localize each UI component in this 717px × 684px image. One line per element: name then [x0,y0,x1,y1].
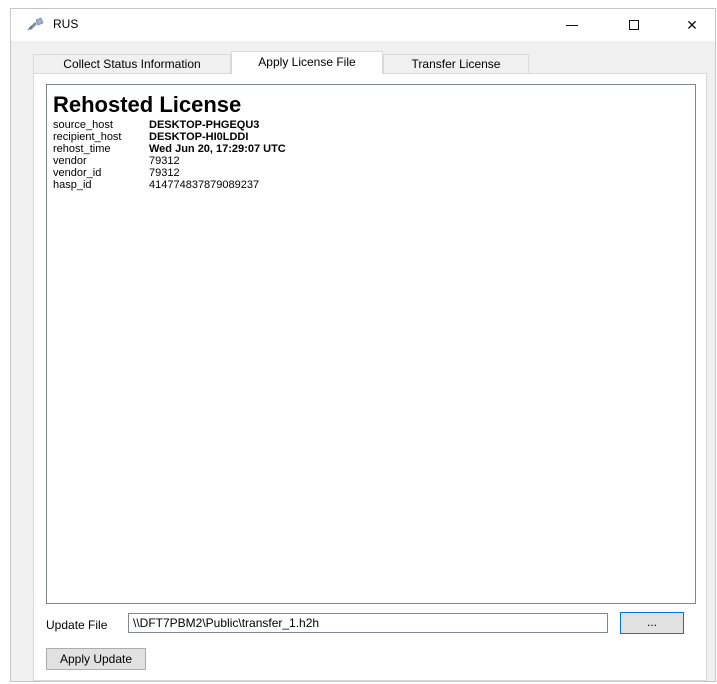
browse-button[interactable]: ... [620,612,684,634]
info-value: Wed Jun 20, 17:29:07 UTC [149,143,286,155]
info-row: vendor 79312 [53,155,689,167]
info-row: rehost_time Wed Jun 20, 17:29:07 UTC [53,143,689,155]
apply-update-button[interactable]: Apply Update [46,648,146,670]
satellite-icon [27,17,45,31]
info-value: 414774837879089237 [149,179,260,191]
window-title: RUS [53,17,79,31]
info-value: DESKTOP-HI0LDDI [149,131,249,143]
title-bar[interactable]: RUS ✕ [11,9,715,41]
minimize-button[interactable] [549,9,595,41]
info-key: source_host [53,119,113,131]
app-window: RUS ✕ Collect Status Information Apply L… [10,8,716,682]
tab-apply-license-file[interactable]: Apply License File [231,51,383,74]
info-row: hasp_id 414774837879089237 [53,179,689,191]
close-icon: ✕ [686,16,698,33]
license-info-area[interactable]: Rehosted License source_host DESKTOP-PHG… [46,84,696,604]
info-key: hasp_id [53,179,92,191]
info-key: rehost_time [53,143,111,155]
info-value: 79312 [149,167,180,179]
info-heading: Rehosted License [53,92,242,117]
update-file-input[interactable] [128,613,608,633]
info-key: recipient_host [53,131,122,143]
info-value: DESKTOP-PHGEQU3 [149,119,260,131]
info-key: vendor_id [53,167,102,179]
maximize-icon [629,20,639,30]
info-key: vendor [53,155,87,167]
minimize-icon [566,24,578,26]
tab-collect-status-information[interactable]: Collect Status Information [33,54,231,73]
info-value: 79312 [149,155,180,167]
maximize-button[interactable] [611,9,657,41]
info-row: source_host DESKTOP-PHGEQU3 [53,119,689,131]
info-row: recipient_host DESKTOP-HI0LDDI [53,131,689,143]
info-row: vendor_id 79312 [53,167,689,179]
tab-transfer-license[interactable]: Transfer License [383,54,529,73]
update-file-label: Update File [46,618,108,632]
close-button[interactable]: ✕ [669,9,715,41]
tab-panel: Rehosted License source_host DESKTOP-PHG… [33,73,707,681]
